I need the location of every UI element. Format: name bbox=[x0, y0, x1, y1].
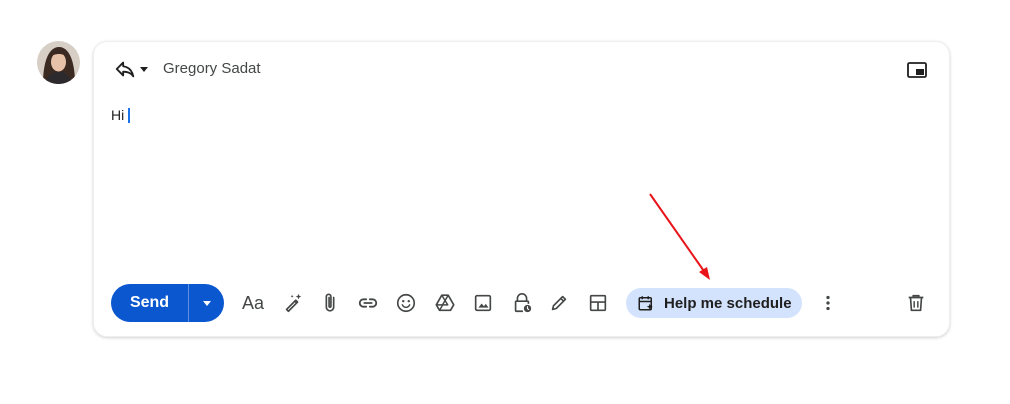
formatting-options-button[interactable]: Aa bbox=[240, 290, 266, 316]
body-text: Hi bbox=[111, 107, 125, 123]
help-me-schedule-button[interactable]: Help me schedule bbox=[626, 288, 802, 318]
help-me-schedule-label: Help me schedule bbox=[664, 294, 792, 312]
layouts-icon[interactable] bbox=[585, 290, 611, 316]
sender-avatar[interactable] bbox=[37, 41, 80, 84]
insert-link-icon[interactable] bbox=[355, 290, 381, 316]
discard-draft-icon[interactable] bbox=[903, 290, 929, 316]
recipient-name[interactable]: Gregory Sadat bbox=[163, 60, 261, 78]
formatting-label: Aa bbox=[241, 293, 265, 313]
text-cursor bbox=[128, 108, 130, 123]
send-button-group: Send bbox=[111, 284, 224, 322]
popout-icon[interactable] bbox=[904, 57, 930, 83]
more-options-icon[interactable] bbox=[815, 290, 841, 316]
reply-icon[interactable] bbox=[114, 58, 136, 80]
insert-signature-icon[interactable] bbox=[546, 290, 572, 316]
confidential-mode-icon[interactable] bbox=[509, 290, 535, 316]
google-drive-icon[interactable] bbox=[432, 290, 458, 316]
insert-photo-icon[interactable] bbox=[470, 290, 496, 316]
attach-file-icon[interactable] bbox=[317, 290, 343, 316]
emoji-icon[interactable] bbox=[393, 290, 419, 316]
send-button[interactable]: Send bbox=[111, 284, 189, 322]
magic-pen-icon[interactable] bbox=[280, 290, 306, 316]
reply-type-dropdown-icon[interactable] bbox=[137, 62, 151, 76]
message-body[interactable]: Hi bbox=[111, 106, 911, 256]
calendar-sparkle-icon bbox=[638, 296, 653, 311]
